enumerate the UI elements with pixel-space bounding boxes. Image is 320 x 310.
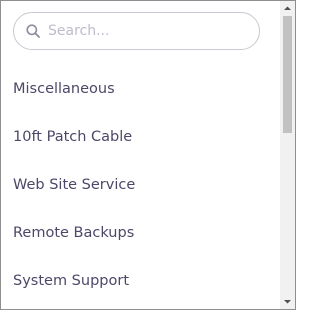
list-item[interactable]: Miscellaneous xyxy=(1,65,280,113)
scroll-up-arrow-icon[interactable] xyxy=(280,1,295,16)
list-item[interactable]: Web Site Service xyxy=(1,161,280,209)
search-icon xyxy=(26,24,40,38)
search-box[interactable] xyxy=(13,12,260,50)
option-list: Miscellaneous 10ft Patch Cable Web Site … xyxy=(1,65,280,305)
list-item[interactable]: 10ft Patch Cable xyxy=(1,113,280,161)
vertical-scrollbar[interactable] xyxy=(280,1,295,309)
list-item[interactable]: Remote Backups xyxy=(1,209,280,257)
scrollbar-thumb[interactable] xyxy=(283,16,292,133)
dropdown-content: Miscellaneous 10ft Patch Cable Web Site … xyxy=(1,1,280,309)
list-item[interactable]: System Support xyxy=(1,257,280,305)
dropdown-panel: Miscellaneous 10ft Patch Cable Web Site … xyxy=(0,0,296,310)
search-input[interactable] xyxy=(48,19,248,43)
scroll-down-arrow-icon[interactable] xyxy=(280,294,295,309)
